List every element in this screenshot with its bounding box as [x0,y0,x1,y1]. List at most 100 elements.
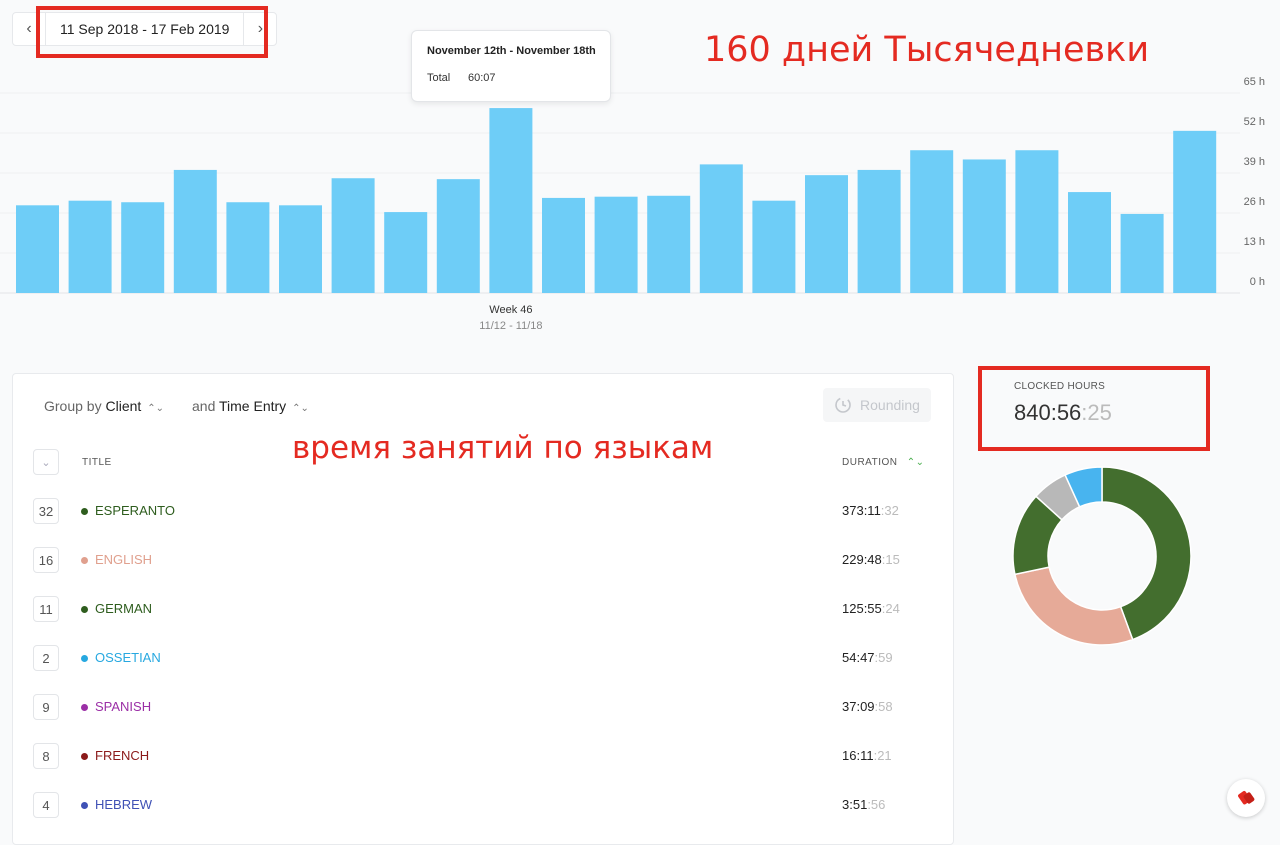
annotation-title: 160 дней Тысячедневки [704,30,1150,70]
chart-bar[interactable] [68,200,112,293]
table-row[interactable]: 8 FRENCH 16:11:21 [13,743,953,792]
table-row[interactable]: 16 ENGLISH 229:48:15 [13,547,953,596]
chart-bar[interactable] [910,150,954,293]
client-title[interactable]: GERMAN [95,601,152,616]
sort-arrows-icon: ⌃⌄ [147,403,165,414]
entry-count-badge[interactable]: 9 [33,694,59,720]
chevron-right-icon[interactable]: › [244,13,276,45]
date-range-nav: ‹ 11 Sep 2018 - 17 Feb 2019 › [12,12,278,46]
chart-bar[interactable] [699,164,743,293]
chart-bar[interactable] [384,212,428,293]
chart-bar[interactable] [489,108,533,293]
chart-bar[interactable] [331,178,375,293]
col-title-header[interactable]: TITLE [82,457,112,468]
entry-count-badge[interactable]: 2 [33,645,59,671]
chart-bar[interactable] [594,196,638,293]
clocked-hours-main: 840:56 [1014,400,1082,425]
entry-count-badge[interactable]: 8 [33,743,59,769]
sort-arrows-icon: ⌃⌄ [292,403,309,414]
duration-seconds: :15 [881,552,900,567]
group-by-value: Client [105,398,142,414]
duration-main: 3:51 [842,797,868,812]
duration-value: 37:09:58 [842,699,893,714]
y-tick-label: 26 h [1244,196,1265,208]
client-title[interactable]: SPANISH [95,699,151,714]
clients-donut-chart [1012,466,1192,646]
chart-bar[interactable] [1068,192,1111,293]
client-title[interactable]: HEBREW [95,797,152,812]
annotation-table-note: время занятий по языкам [292,430,714,466]
table-row[interactable]: 2 OSSETIAN 54:47:59 [13,645,953,694]
date-range-label[interactable]: 11 Sep 2018 - 17 Feb 2019 [45,13,245,45]
chart-bar[interactable] [279,205,322,293]
rounding-icon [835,397,851,413]
duration-main: 54:47 [842,650,875,665]
entry-count-badge[interactable]: 4 [33,792,59,818]
tooltip-title: November 12th - November 18th [427,45,596,57]
chart-bar[interactable] [436,179,480,293]
group-by-entry-select[interactable]: and Time Entry ⌃⌄ [192,398,309,414]
duration-seconds: :24 [881,601,900,616]
entry-count-badge[interactable]: 16 [33,547,59,573]
duration-main: 16:11 [842,748,874,763]
table-row[interactable]: 11 GERMAN 125:55:24 [13,596,953,645]
client-color-dot [81,655,88,662]
client-color-dot [81,704,88,711]
group-by-prefix: Group by [44,398,102,414]
client-title[interactable]: OSSETIAN [95,650,161,665]
x-axis-week-label: Week 46 [489,304,532,316]
sort-icon: ⌃⌄ [906,457,925,468]
table-row[interactable]: 9 SPANISH 37:09:58 [13,694,953,743]
chart-bar[interactable] [121,202,165,293]
and-value: Time Entry [219,398,287,414]
y-tick-label: 39 h [1244,156,1265,168]
chart-bar[interactable] [857,169,901,293]
client-title[interactable]: FRENCH [95,748,149,763]
duration-value: 54:47:59 [842,650,893,665]
chart-bar[interactable] [647,195,691,293]
duration-value: 125:55:24 [842,601,900,616]
chart-bar[interactable] [752,200,796,293]
rounding-button[interactable]: Rounding [823,388,931,422]
and-prefix: and [192,398,216,414]
chart-bar[interactable] [542,197,585,293]
clocked-hours-seconds: :25 [1081,400,1112,425]
entry-count-badge[interactable]: 11 [33,596,59,622]
duration-seconds: :56 [867,797,886,812]
duration-seconds: :59 [874,650,893,665]
donut-slice[interactable] [1014,566,1134,646]
chart-bar[interactable] [1173,130,1217,293]
client-title[interactable]: ESPERANTO [95,503,175,518]
duration-value: 3:51:56 [842,797,885,812]
y-tick-label: 52 h [1244,116,1265,128]
feedback-button[interactable] [1227,779,1265,817]
select-all-checkbox[interactable]: ⌄ [33,449,59,475]
client-color-dot [81,802,88,809]
chart-bar[interactable] [173,169,217,293]
chart-bar[interactable] [962,159,1006,293]
client-color-dot [81,753,88,760]
chart-bar[interactable] [1120,213,1164,293]
chart-bar[interactable] [1015,150,1059,293]
clocked-hours-label: CLOCKED HOURS [1014,381,1106,392]
rounding-label: Rounding [860,397,920,413]
client-title[interactable]: ENGLISH [95,552,152,567]
group-by-client-select[interactable]: Group by Client ⌃⌄ [44,398,164,414]
duration-seconds: :58 [874,699,893,714]
chart-bar[interactable] [16,205,59,293]
duration-value: 229:48:15 [842,552,900,567]
client-color-dot [81,508,88,515]
duration-main: 229:48 [842,552,882,567]
col-duration-header[interactable]: DURATION ⌃⌄ [842,457,925,468]
duration-seconds: :21 [873,748,892,763]
chart-bar[interactable] [805,175,848,293]
tooltip-total-value: 60:07 [468,72,496,84]
table-row[interactable]: 4 HEBREW 3:51:56 [13,792,953,841]
chevron-left-icon[interactable]: ‹ [13,13,45,45]
duration-main: 125:55 [842,601,882,616]
entry-count-badge[interactable]: 32 [33,498,59,524]
duration-main: 37:09 [842,699,875,714]
table-row[interactable]: 32 ESPERANTO 373:11:32 [13,498,953,547]
y-tick-label: 0 h [1250,276,1265,288]
chart-bar[interactable] [226,202,270,293]
